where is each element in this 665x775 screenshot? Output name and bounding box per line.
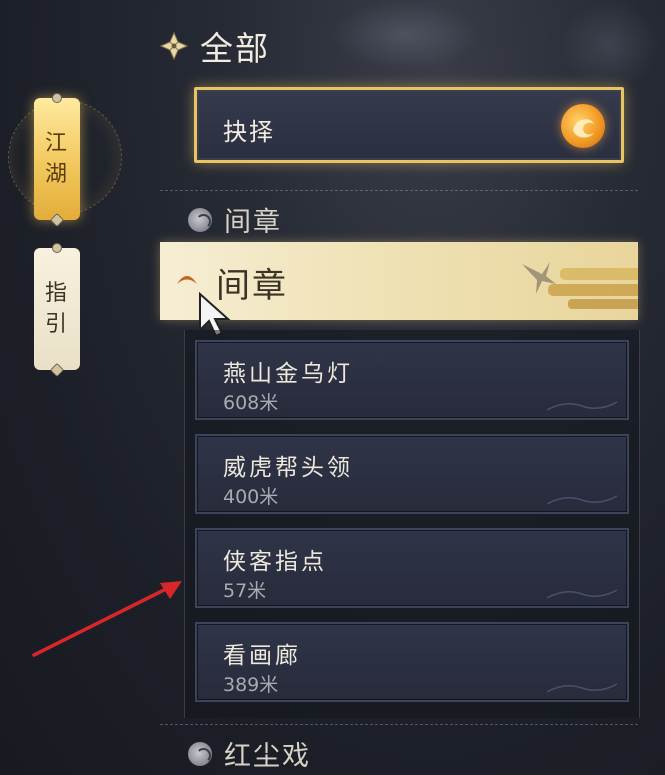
quest-list: 燕山金乌灯 608米 威虎帮头领 400米 侠客指点 57米 看画廊 389米 [184,330,640,718]
quest-distance: 608米 [223,392,279,414]
all-filter-header[interactable]: 全部 [159,22,270,70]
wave-decoration [547,495,617,505]
tab-label: 引 [44,312,69,337]
quest-item[interactable]: 燕山金乌灯 608米 [195,340,629,420]
page-title: 全部 [200,29,270,68]
choice-quest-card[interactable]: 抉择 [194,87,624,163]
tab-label: 江 [44,131,69,156]
quest-name: 抉择 [223,118,275,146]
wave-decoration [547,683,617,693]
swirl-icon [188,207,212,232]
tab-label: 湖 [44,162,69,187]
quest-item[interactable]: 威虎帮头领 400米 [195,434,629,514]
section-label: 红尘戏 [224,741,311,772]
quest-distance: 400米 [223,486,279,508]
quest-item[interactable]: 看画廊 389米 [195,622,629,702]
quest-distance: 389米 [223,674,279,696]
quest-name: 威虎帮头领 [223,455,353,481]
tab-cap-ornament [49,362,65,378]
background-glow [330,0,480,70]
quest-item[interactable]: 侠客指点 57米 [195,528,629,608]
orange-orb-icon [561,104,605,148]
background-glow [560,0,660,90]
tab-zhiyin[interactable]: 指 引 [34,243,80,378]
tab-label: 指 [44,281,69,306]
tab-cap-ornament [49,212,65,228]
quest-name: 看画廊 [223,643,301,669]
annotation-arrow-icon [32,581,182,657]
tab-jianghu[interactable]: 江 湖 [34,93,80,228]
crane-scroll-decoration [520,254,638,314]
diamond-flower-icon [159,31,189,61]
quest-name: 燕山金乌灯 [223,361,353,387]
tab-cap-ornament [52,243,62,253]
section-label: 间章 [224,207,282,238]
tab-cap-ornament [52,93,62,103]
section-header-collapsed[interactable]: 红尘戏 [188,734,311,773]
wave-decoration [547,401,617,411]
section-header-collapsed[interactable]: 间章 [188,200,282,239]
quest-distance: 57米 [223,580,267,602]
quest-name: 侠客指点 [223,549,327,575]
chevron-up-icon [176,266,198,288]
swirl-icon [188,741,212,766]
wave-decoration [547,589,617,599]
section-divider [160,190,638,191]
section-divider [160,724,638,725]
